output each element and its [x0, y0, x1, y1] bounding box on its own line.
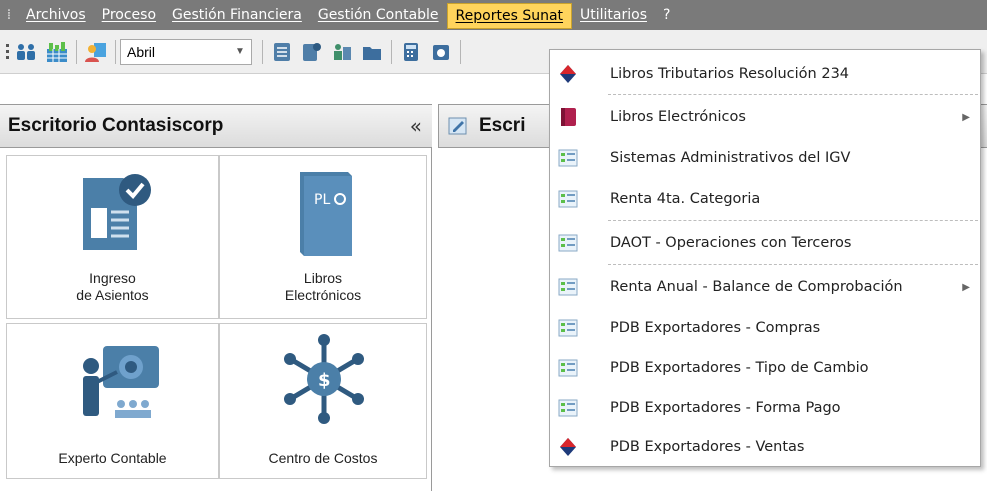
diamond-logo-icon: [558, 437, 578, 457]
chevron-down-icon[interactable]: ▼: [231, 42, 249, 62]
toolbar-separator: [460, 39, 461, 64]
users-calculator-icon[interactable]: [328, 38, 356, 66]
menu-item-label: Renta Anual - Balance de Comprobación: [610, 279, 903, 295]
menu-bar: ⁞ Archivos Proceso Gestión Financiera Ge…: [0, 0, 987, 30]
toolbar-grip-icon: [2, 44, 12, 59]
svg-text:PL: PL: [314, 192, 330, 208]
cost-network-icon: $: [284, 334, 364, 424]
menu-gestion-financiera[interactable]: Gestión Financiera: [164, 0, 310, 30]
menu-item-renta-4ta[interactable]: Renta 4ta. Categoria: [550, 179, 980, 219]
menu-archivos[interactable]: Archivos: [18, 0, 94, 30]
menu-help[interactable]: ?: [655, 0, 678, 30]
menu-item-label: Libros Electrónicos: [610, 109, 746, 125]
form-icon: [558, 358, 578, 378]
menu-utilitarios[interactable]: Utilitarios: [572, 0, 655, 30]
menu-item-pdb-tipo-cambio[interactable]: PDB Exportadores - Tipo de Cambio: [550, 348, 980, 388]
tile-label: Centro de Costos: [268, 450, 378, 466]
document-check-icon: [83, 174, 151, 250]
tile-label-line2: de Asientos: [76, 287, 149, 303]
menu-gestion-contable[interactable]: Gestión Contable: [310, 0, 447, 30]
tile-label-line1: Ingreso: [89, 270, 136, 286]
tile-ingreso-asientos[interactable]: Ingreso de Asientos: [6, 155, 219, 319]
menu-separator: [608, 264, 978, 265]
document-stack-icon[interactable]: [268, 38, 296, 66]
tile-label-line2: Electrónicos: [284, 287, 362, 303]
menu-item-sistemas-igv[interactable]: Sistemas Administrativos del IGV: [550, 138, 980, 178]
user-chart-icon[interactable]: [82, 38, 110, 66]
form-icon: [558, 148, 578, 168]
diamond-logo-icon: [558, 64, 578, 84]
month-select-value: Abril: [127, 43, 156, 60]
menu-item-pdb-forma-pago[interactable]: PDB Exportadores - Forma Pago: [550, 388, 980, 428]
submenu-arrow-icon: ▶: [962, 111, 970, 123]
presenter-board-icon: [83, 346, 159, 418]
menu-item-renta-anual[interactable]: Renta Anual - Balance de Comprobación ▶: [550, 267, 980, 307]
menu-item-label: PDB Exportadores - Ventas: [610, 439, 805, 455]
collapse-icon[interactable]: «: [410, 114, 422, 138]
menubar-grip-icon: ⁞: [6, 7, 12, 23]
right-panel-title: Escri: [479, 115, 526, 136]
book-icon: [558, 107, 578, 127]
folder-icon[interactable]: [358, 38, 386, 66]
menu-item-label: Libros Tributarios Resolución 234: [610, 66, 850, 82]
toolbar-separator: [76, 39, 77, 64]
reportes-sunat-dropdown: Libros Tributarios Resolución 234 Libros…: [549, 49, 981, 467]
chart-grid-icon[interactable]: [43, 38, 71, 66]
help-box-icon[interactable]: [427, 38, 455, 66]
form-icon: [558, 233, 578, 253]
menu-item-pdb-ventas[interactable]: PDB Exportadores - Ventas: [550, 427, 980, 467]
form-icon: [558, 318, 578, 338]
form-icon: [558, 398, 578, 418]
menu-item-pdb-compras[interactable]: PDB Exportadores - Compras: [550, 308, 980, 348]
toolbar-separator: [391, 39, 392, 64]
menu-item-libros-tributarios[interactable]: Libros Tributarios Resolución 234: [550, 54, 980, 94]
menu-item-label: Sistemas Administrativos del IGV: [610, 150, 851, 166]
menu-item-libros-electronicos[interactable]: Libros Electrónicos ▶: [550, 97, 980, 137]
tile-label-line1: Libros: [303, 270, 343, 286]
form-icon: [558, 189, 578, 209]
menu-item-label: Renta 4ta. Categoria: [610, 191, 761, 207]
menu-proceso[interactable]: Proceso: [94, 0, 164, 30]
menu-reportes-sunat[interactable]: Reportes Sunat: [446, 3, 573, 29]
menu-separator: [608, 220, 978, 221]
left-panel-header: Escritorio Contasiscorp «: [0, 104, 432, 148]
tile-experto-contable[interactable]: Experto Contable: [6, 323, 219, 479]
svg-text:$: $: [318, 370, 331, 391]
menu-item-label: PDB Exportadores - Tipo de Cambio: [610, 360, 869, 376]
menu-separator: [608, 94, 978, 95]
menu-item-label: PDB Exportadores - Forma Pago: [610, 400, 841, 416]
toolbar-separator: [115, 39, 116, 64]
month-select[interactable]: Abril ▼: [120, 38, 252, 65]
toolbar-separator: [262, 39, 263, 64]
tile-libros-electronicos[interactable]: PL Libros Electrónicos: [219, 155, 427, 319]
document-settings-icon[interactable]: [298, 38, 326, 66]
edit-icon: [448, 117, 467, 135]
tile-centro-costos[interactable]: $ Centro de Costos: [219, 323, 427, 479]
calculator-icon[interactable]: [397, 38, 425, 66]
form-icon: [558, 277, 578, 297]
tile-label: Experto Contable: [58, 450, 167, 466]
pl-book-icon: PL: [300, 172, 352, 256]
users-icon[interactable]: [13, 38, 41, 66]
menu-item-daot[interactable]: DAOT - Operaciones con Terceros: [550, 223, 980, 263]
submenu-arrow-icon: ▶: [962, 281, 970, 293]
left-panel-title: Escritorio Contasiscorp: [8, 115, 224, 136]
menu-item-label: PDB Exportadores - Compras: [610, 320, 821, 336]
menu-item-label: DAOT - Operaciones con Terceros: [610, 235, 852, 251]
